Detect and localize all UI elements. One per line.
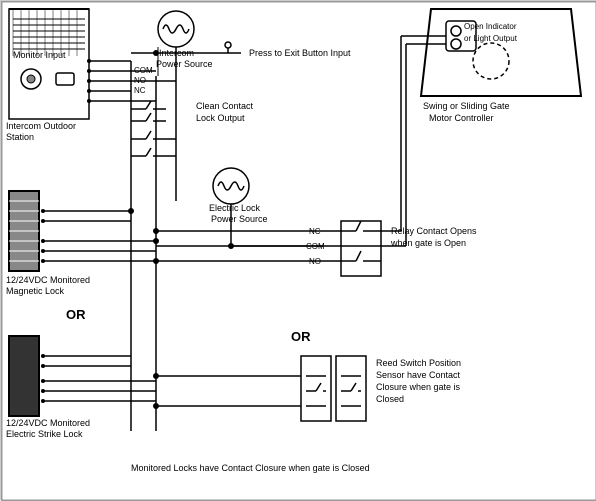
svg-text:Press to Exit Button Input: Press to Exit Button Input: [249, 48, 351, 58]
svg-text:Monitored Locks have Contact C: Monitored Locks have Contact Closure whe…: [131, 463, 370, 473]
svg-text:Relay Contact Opens: Relay Contact Opens: [391, 226, 477, 236]
svg-text:Station: Station: [6, 132, 34, 142]
wiring-diagram: Monitor Input Intercom Outdoor Station 1…: [0, 0, 596, 500]
svg-text:NO: NO: [134, 76, 146, 85]
svg-text:Power Source: Power Source: [156, 59, 213, 69]
svg-text:or Light Output: or Light Output: [464, 34, 518, 43]
svg-text:COM: COM: [134, 66, 153, 75]
svg-text:12/24VDC Monitored: 12/24VDC Monitored: [6, 418, 90, 428]
svg-text:Power Source: Power Source: [211, 214, 268, 224]
svg-text:12/24VDC Monitored: 12/24VDC Monitored: [6, 275, 90, 285]
svg-text:Reed Switch Position: Reed Switch Position: [376, 358, 461, 368]
svg-text:Electric Lock: Electric Lock: [209, 203, 261, 213]
svg-text:OR: OR: [291, 329, 311, 344]
svg-text:NC: NC: [134, 86, 146, 95]
svg-text:Clean Contact: Clean Contact: [196, 101, 254, 111]
svg-text:Closure when gate is: Closure when gate is: [376, 382, 461, 392]
svg-text:Closed: Closed: [376, 394, 404, 404]
svg-text:Sensor have Contact: Sensor have Contact: [376, 370, 461, 380]
monitor-input-label: Monitor Input: [13, 50, 66, 60]
svg-text:Electric Strike Lock: Electric Strike Lock: [6, 429, 83, 439]
svg-text:Open Indicator: Open Indicator: [464, 22, 517, 31]
svg-text:OR: OR: [66, 307, 86, 322]
svg-text:Magnetic Lock: Magnetic Lock: [6, 286, 65, 296]
svg-text:Swing or Sliding Gate: Swing or Sliding Gate: [423, 101, 510, 111]
svg-text:Motor Controller: Motor Controller: [429, 113, 494, 123]
svg-text:Lock Output: Lock Output: [196, 113, 245, 123]
svg-text:Intercom Outdoor: Intercom Outdoor: [6, 121, 76, 131]
